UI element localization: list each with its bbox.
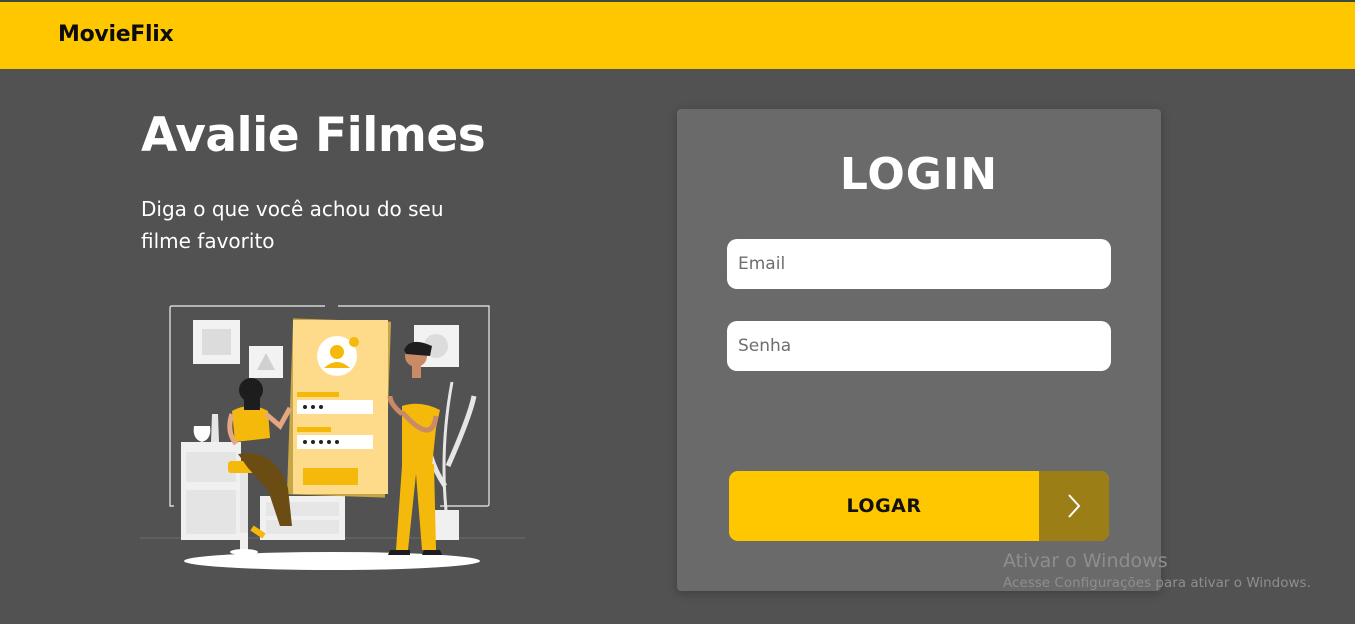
people-login-illustration — [140, 305, 525, 570]
password-field[interactable] — [727, 321, 1111, 371]
login-button[interactable]: LOGAR — [729, 471, 1109, 541]
chevron-right-icon — [1039, 471, 1109, 541]
hero-subtitle: Diga o que você achou do seu filme favor… — [141, 197, 444, 253]
brand-logo[interactable]: MovieFlix — [58, 22, 174, 47]
login-card: LOGIN LOGAR — [677, 109, 1161, 591]
login-button-label: LOGAR — [846, 495, 922, 517]
email-field[interactable] — [727, 239, 1111, 289]
login-title: LOGIN — [839, 149, 999, 200]
hero-title: Avalie Filmes — [141, 108, 486, 163]
navbar: MovieFlix — [0, 2, 1355, 69]
